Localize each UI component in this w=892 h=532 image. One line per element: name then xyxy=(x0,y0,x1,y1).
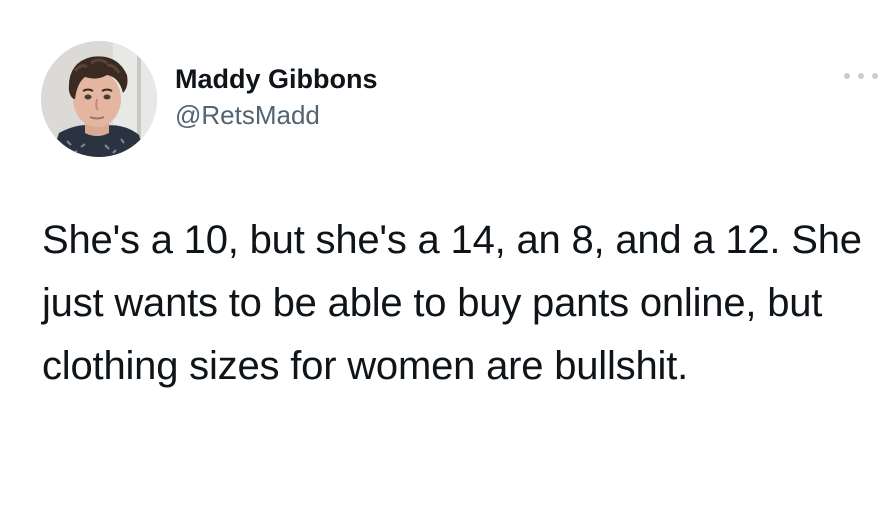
more-options-icon[interactable] xyxy=(844,66,878,86)
author-display-name[interactable]: Maddy Gibbons xyxy=(175,62,378,96)
author-avatar[interactable] xyxy=(41,41,157,157)
tweet-text: She's a 10, but she's a 14, an 8, and a … xyxy=(42,218,862,388)
dot xyxy=(844,73,850,79)
dot xyxy=(858,73,864,79)
dot xyxy=(872,73,878,79)
author-info: Maddy Gibbons @RetsMadd xyxy=(175,62,378,132)
tweet-card: Maddy Gibbons @RetsMadd She's a 10, but … xyxy=(0,0,892,532)
author-handle[interactable]: @RetsMadd xyxy=(175,98,378,132)
profile-photo-icon xyxy=(41,41,157,157)
